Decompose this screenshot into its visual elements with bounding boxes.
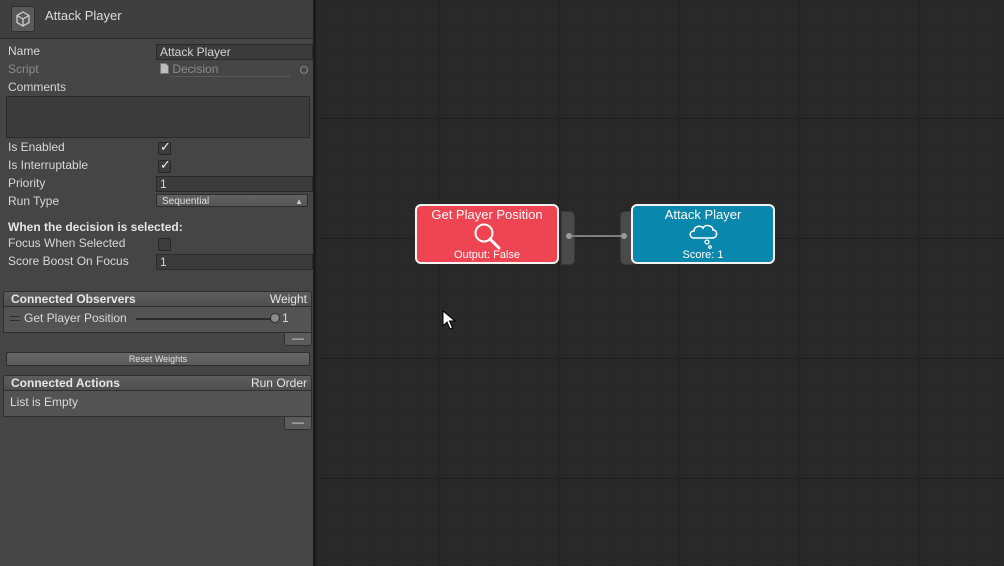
script-label: Script: [8, 62, 39, 76]
run-type-value: Sequential: [162, 196, 210, 207]
name-label: Name: [8, 44, 41, 58]
script-file-icon: [160, 63, 169, 74]
node-title: Get Player Position: [431, 207, 543, 222]
checkmark-icon: ✓: [160, 157, 171, 172]
focus-when-selected-label: Focus When Selected: [8, 236, 126, 250]
object-picker-icon[interactable]: [300, 66, 308, 74]
inspector-header: Attack Player: [0, 0, 313, 39]
actions-header-label: Connected Actions: [11, 376, 120, 390]
observer-node-get-player-position[interactable]: Get Player Position Output: False: [415, 204, 559, 264]
priority-label: Priority: [8, 176, 46, 190]
run-type-label: Run Type: [8, 194, 60, 208]
node-graph-canvas[interactable]: [319, 0, 1004, 566]
inspector-title: Attack Player: [45, 8, 122, 23]
is-enabled-checkbox[interactable]: ✓: [158, 139, 171, 155]
actions-empty-text: List is Empty: [10, 395, 79, 409]
observers-header-label: Connected Observers: [11, 292, 136, 306]
drag-handle-icon[interactable]: [10, 316, 20, 321]
is-enabled-label: Is Enabled: [8, 140, 65, 154]
name-field[interactable]: Attack Player: [156, 44, 313, 60]
score-boost-field[interactable]: 1: [156, 254, 313, 270]
run-type-dropdown[interactable]: Sequential ▲: [156, 194, 308, 207]
unity-logo-icon: [11, 6, 35, 32]
is-interruptable-label: Is Interruptable: [8, 158, 89, 172]
observers-remove-button[interactable]: —: [284, 332, 312, 346]
observers-list-header: Connected Observers Weight: [3, 291, 312, 307]
script-value: Decision: [172, 62, 219, 76]
decision-node-attack-player[interactable]: Attack Player Score: 1: [631, 204, 775, 264]
comments-textarea[interactable]: [6, 96, 310, 138]
score-boost-label: Score Boost On Focus: [8, 254, 129, 268]
comments-label: Comments: [8, 80, 67, 94]
is-interruptable-checkbox[interactable]: ✓: [158, 157, 171, 173]
script-field-underline: [170, 76, 290, 77]
reset-weights-button[interactable]: Reset Weights: [6, 352, 310, 366]
observers-weight-label: Weight: [269, 292, 307, 306]
inspector-panel: Attack Player Name Attack Player Script …: [0, 0, 316, 566]
actions-list-header: Connected Actions Run Order: [3, 375, 312, 391]
observer-item-name: Get Player Position: [24, 311, 127, 325]
node-title: Attack Player: [664, 207, 742, 222]
actions-remove-button[interactable]: —: [284, 416, 312, 430]
checkmark-icon: ✓: [160, 139, 171, 154]
connection-start-dot: [566, 233, 572, 239]
connection-end-dot: [621, 233, 627, 239]
focus-when-selected-checkbox[interactable]: [158, 238, 171, 251]
observers-list: Get Player Position 1: [3, 307, 312, 333]
observer-weight-value: 1: [282, 311, 289, 325]
priority-field[interactable]: 1: [156, 176, 313, 192]
updown-arrows-icon: ▲: [295, 197, 303, 206]
script-field[interactable]: Decision: [156, 62, 296, 76]
selected-section-heading: When the decision is selected:: [8, 220, 183, 234]
mouse-cursor-icon: [442, 309, 457, 333]
node-connection-line: [570, 235, 624, 237]
node-subtitle: Score: 1: [682, 249, 724, 261]
node-subtitle: Output: False: [453, 249, 521, 261]
actions-run-order-label: Run Order: [250, 376, 307, 390]
observer-weight-slider-knob[interactable]: [270, 313, 280, 323]
observer-weight-slider-track[interactable]: [136, 318, 276, 320]
actions-list: List is Empty: [3, 391, 312, 417]
